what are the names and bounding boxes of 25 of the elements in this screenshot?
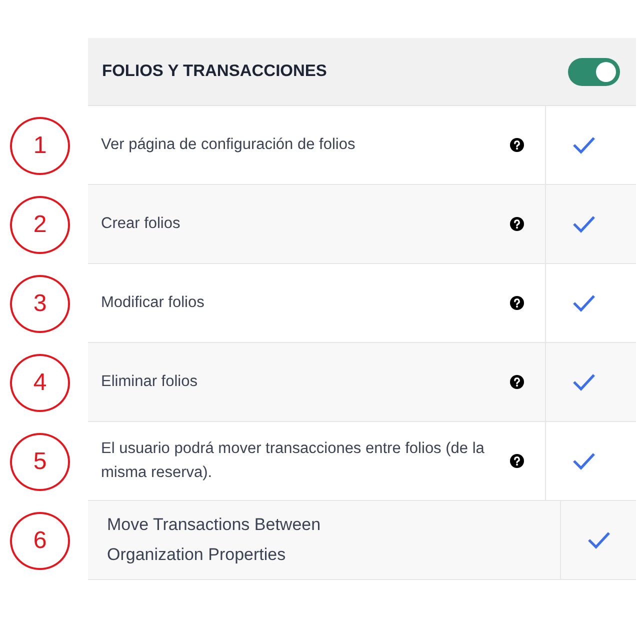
annotation-marker: 6 — [10, 512, 70, 570]
permission-label: Eliminar folios — [100, 372, 198, 392]
annotation-marker: 2 — [10, 196, 70, 254]
checkmark-icon[interactable] — [572, 294, 596, 312]
checkmark-icon[interactable] — [572, 452, 596, 470]
annotation-marker: 4 — [10, 354, 70, 412]
help-icon[interactable] — [510, 217, 524, 231]
permission-label: Crear folios — [100, 214, 182, 234]
permission-label: Modificar folios — [100, 292, 206, 313]
annotation-marker: 3 — [10, 274, 70, 332]
help-icon[interactable] — [510, 375, 524, 389]
toggle-switch[interactable] — [568, 58, 620, 86]
annotation-marker: 1 — [10, 116, 70, 174]
section-title: FOLIOS Y TRANSACCIONES — [102, 61, 327, 82]
permission-label: El usuario podrá mover transacciones entre folios (de la misma reserva). — [100, 438, 486, 483]
annotation-marker: 5 — [10, 432, 70, 490]
checkmark-icon[interactable] — [586, 531, 610, 549]
checkmark-icon[interactable] — [572, 215, 596, 233]
permission-label: Ver página de configuración de folios — [100, 134, 356, 155]
checkmark-icon[interactable] — [572, 136, 596, 154]
help-icon[interactable] — [510, 296, 524, 310]
permission-label: Move Transactions Between Organization Properties — [106, 514, 322, 566]
help-icon[interactable] — [510, 454, 524, 468]
checkmark-icon[interactable] — [572, 373, 596, 391]
help-icon[interactable] — [510, 138, 524, 152]
